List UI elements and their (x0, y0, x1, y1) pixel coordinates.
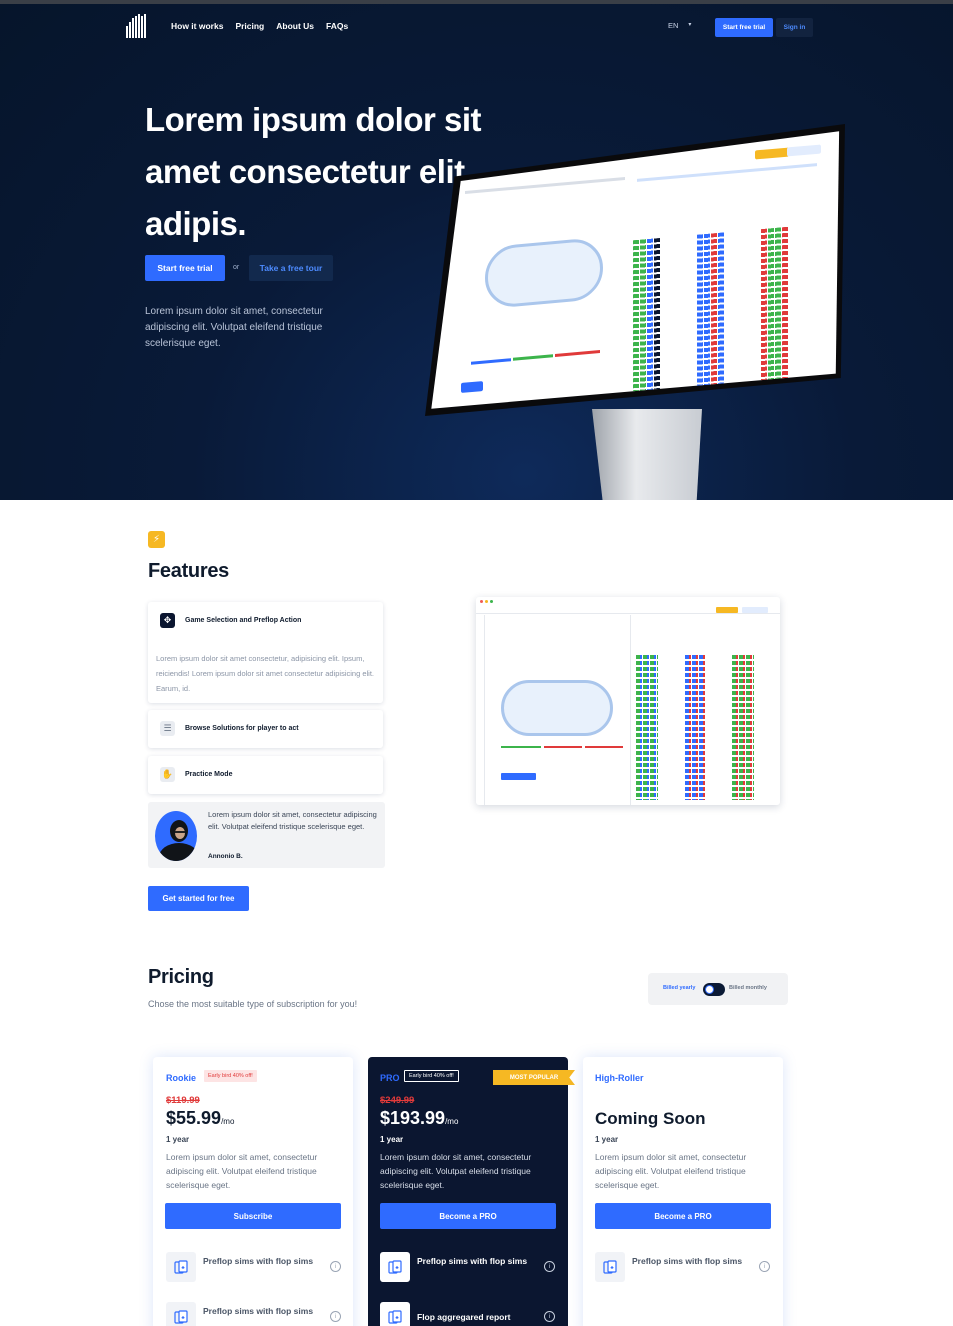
plan-name: PRO (380, 1073, 400, 1083)
plan-period: 1 year (595, 1135, 619, 1144)
billed-monthly-label[interactable]: Billed monthly (729, 985, 767, 991)
top-nav: How it works Pricing About Us FAQs EN ▾ … (0, 4, 953, 48)
plan-description: Lorem ipsum dolor sit amet, consectetur … (595, 1152, 747, 1190)
monitor-stand (592, 409, 702, 500)
plan-card-pro: PRO Early bird 40% off! MOST POPULAR $24… (368, 1057, 575, 1326)
pricing-title: Pricing (148, 966, 214, 988)
plan-feature-item: ♣ Preflop sims with flop sims i (380, 1252, 560, 1284)
pricing-subtitle: Chose the most suitable type of subscrip… (148, 999, 358, 1009)
info-icon[interactable]: i (544, 1261, 555, 1272)
testimonial-author: Annonio B. (208, 853, 243, 860)
info-icon[interactable]: i (759, 1261, 770, 1272)
cards-icon: ♣ (595, 1252, 625, 1282)
cards-icon: ♣ (166, 1302, 196, 1326)
become-pro-button[interactable]: Become a PRO (380, 1203, 556, 1229)
billed-yearly-label[interactable]: Billed yearly (663, 985, 695, 991)
plan-name: High-Roller (595, 1073, 644, 1083)
plan-price: $193.99/mo (380, 1108, 459, 1128)
info-icon[interactable]: i (330, 1261, 341, 1272)
billing-toggle-group: Billed yearly Billed monthly (648, 973, 788, 1005)
plan-feature-label: Preflop sims with flop sims (203, 1306, 314, 1316)
plan-period: 1 year (166, 1135, 190, 1144)
early-bird-badge: Early bird 40% off! (204, 1070, 257, 1082)
plan-price: $55.99/mo (166, 1108, 235, 1128)
plan-feature-label: Preflop sims with flop sims (417, 1256, 528, 1266)
plan-feature-label: Preflop sims with flop sims (632, 1256, 743, 1266)
or-label: or (233, 264, 240, 271)
nav-start-trial-button[interactable]: Start free trial (715, 18, 773, 37)
move-icon: ✥ (160, 613, 175, 628)
feature-card-label: Browse Solutions for player to act (185, 725, 299, 732)
old-price: $119.99 (166, 1095, 200, 1106)
plan-feature-item: ♣ Flop aggregared report i (380, 1302, 560, 1326)
product-monitor-image (425, 124, 845, 500)
nav-link-faqs[interactable]: FAQs (326, 21, 348, 31)
subscribe-button[interactable]: Subscribe (165, 1203, 341, 1229)
plan-card-high-roller: High-Roller Coming Soon 1 year Lorem ips… (583, 1057, 783, 1326)
language-selector[interactable]: EN ▾ (668, 21, 691, 30)
testimonial-card: Lorem ipsum dolor sit amet, consectetur … (148, 802, 385, 868)
monitor-screen (431, 131, 840, 409)
feature-card-game-selection[interactable]: ✥ Game Selection and Preflop Action Lore… (148, 602, 383, 703)
product-screenshot (476, 597, 780, 805)
feature-card-browse-solutions[interactable]: ☰ Browse Solutions for player to act (148, 710, 383, 748)
cards-icon: ♣ (380, 1302, 410, 1326)
coming-soon-label: Coming Soon (595, 1109, 706, 1128)
cards-icon: ♣ (166, 1252, 196, 1282)
layers-icon: ☰ (160, 721, 175, 736)
info-icon[interactable]: i (330, 1311, 341, 1322)
nav-link-how-it-works[interactable]: How it works (171, 21, 223, 31)
feature-card-practice-mode[interactable]: ✋ Practice Mode (148, 756, 383, 794)
hero-section: How it works Pricing About Us FAQs EN ▾ … (0, 4, 953, 500)
features-title: Features (148, 560, 229, 582)
become-pro-button[interactable]: Become a PRO (595, 1203, 771, 1229)
hero-description: Lorem ipsum dolor sit amet, consectetur … (145, 306, 323, 349)
hand-icon: ✋ (160, 767, 175, 782)
feature-card-body: Lorem ipsum dolor sit amet consectetur, … (156, 654, 375, 693)
plan-feature-item: ♣ Preflop sims with flop sims i (166, 1252, 346, 1284)
plan-feature-label: Flop aggregared report (417, 1312, 511, 1322)
plan-description: Lorem ipsum dolor sit amet, consectetur … (166, 1152, 318, 1190)
old-price: $249.99 (380, 1095, 415, 1106)
chevron-down-icon: ▾ (688, 22, 692, 28)
language-label: EN (668, 21, 679, 30)
get-started-button[interactable]: Get started for free (148, 886, 249, 911)
info-icon[interactable]: i (544, 1311, 555, 1322)
plan-card-rookie: Rookie Early bird 40% off! $119.99 $55.9… (153, 1057, 353, 1326)
brand-logo[interactable] (126, 14, 146, 38)
hero-free-tour-button[interactable]: Take a free tour (249, 255, 333, 281)
feature-card-label: Practice Mode (185, 771, 233, 778)
hero-start-trial-button[interactable]: Start free trial (145, 255, 225, 281)
nav-link-about-us[interactable]: About Us (276, 21, 314, 31)
feature-card-label: Game Selection and Preflop Action (185, 617, 302, 624)
nav-link-pricing[interactable]: Pricing (235, 21, 264, 31)
plan-feature-item: ♣ Preflop sims with flop sims i (166, 1302, 346, 1326)
early-bird-badge: Early bird 40% off! (404, 1070, 459, 1082)
lightning-icon: ⚡ (148, 531, 165, 548)
nav-links: How it works Pricing About Us FAQs (171, 21, 348, 31)
nav-sign-in-button[interactable]: Sign in (776, 18, 813, 37)
plan-period: 1 year (380, 1135, 404, 1144)
plan-name: Rookie (166, 1073, 197, 1083)
testimonial-quote: Lorem ipsum dolor sit amet, consectetur … (208, 810, 377, 831)
plan-description: Lorem ipsum dolor sit amet, consectetur … (380, 1152, 532, 1190)
billing-toggle[interactable] (703, 983, 725, 996)
avatar (155, 811, 197, 861)
most-popular-ribbon: MOST POPULAR (493, 1070, 575, 1085)
plan-feature-label: Preflop sims with flop sims (203, 1256, 314, 1266)
cards-icon: ♣ (380, 1252, 410, 1282)
plan-feature-item: ♣ Preflop sims with flop sims i (595, 1252, 775, 1284)
